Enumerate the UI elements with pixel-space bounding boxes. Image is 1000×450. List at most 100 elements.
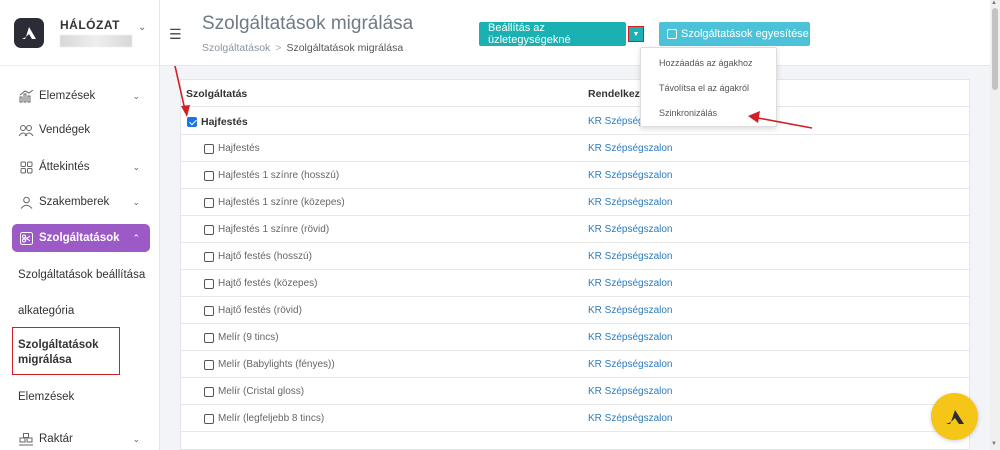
menu-item-remove-from-branches[interactable]: Távolítsa el az ágakról (659, 83, 749, 93)
branch-link[interactable]: KR Szépségszalon (588, 413, 673, 424)
service-label: Melír (9 tincs) (218, 332, 279, 343)
sidebar-item-raktar[interactable]: Raktár ⌄ (12, 425, 150, 450)
subitem-elemzesek[interactable]: Elemzések (18, 391, 74, 403)
branch-link[interactable]: KR Szépségszalon (588, 251, 673, 262)
branch-link[interactable]: KR Szépségszalon (588, 278, 673, 289)
checkbox[interactable] (204, 224, 214, 235)
page-title: Szolgáltatások migrálása (202, 13, 414, 34)
service-label: Melír (Cristal gloss) (218, 386, 305, 397)
user-icon (18, 194, 34, 210)
sidebar-item-szolgaltatasok[interactable]: Szolgáltatások ⌃ (12, 224, 150, 252)
brand-subtitle-blurred (60, 35, 132, 47)
chevron-down-icon: ⌄ (132, 196, 140, 207)
breadcrumb: Szolgáltatások > Szolgáltatások migrálása (202, 42, 403, 54)
table-row: Hajtő festés (közepes) KR Szépségszalon (181, 270, 969, 297)
scroll-down-icon[interactable]: ▼ (991, 441, 997, 447)
column-header-availability: Rendelkezé (588, 88, 646, 100)
branch-settings-label: Beállítás az üzletegységekné (488, 22, 571, 46)
service-label: Hajtő festés (közepes) (218, 278, 318, 289)
service-label: Hajfestés 1 színre (közepes) (218, 197, 345, 208)
sidebar-item-vendegek[interactable]: Vendégek (12, 116, 150, 144)
branch-link[interactable]: KR Szépségszalon (588, 305, 673, 316)
table-header: Szolgáltatás Rendelkezé (181, 80, 969, 107)
sidebar-item-label: Vendégek (39, 124, 91, 136)
warehouse-icon (18, 431, 34, 447)
branch-link[interactable]: KR Szépségszalon (588, 170, 673, 181)
breadcrumb-separator-icon: > (275, 42, 282, 54)
sidebar-item-attekintes[interactable]: Áttekintés ⌄ (12, 153, 150, 181)
menu-item-add-to-branches[interactable]: Hozzáadás az ágakhoz (659, 58, 753, 68)
services-table: Szolgáltatás Rendelkezé Hajfestés KR Szé… (180, 79, 970, 450)
table-row: Hajfestés 1 színre (rövid) KR Szépségszal… (181, 216, 969, 243)
subitem-szolgaltatasok-beallitasa[interactable]: Szolgáltatások beállítása (18, 269, 145, 281)
chevron-down-icon: ⌄ (132, 161, 140, 172)
table-row: Melír (9 tincs) KR Szépségszalon (181, 324, 969, 351)
branch-link[interactable]: KR Szépségszalon (588, 386, 673, 397)
service-label: Hajfestés 1 színre (rövid) (218, 224, 330, 235)
sidebar-item-label: Szolgáltatások (39, 232, 120, 244)
branch-link[interactable]: KR Szépségszalon (588, 332, 673, 343)
branch-settings-button[interactable]: Beállítás az üzletegységekné (479, 22, 626, 46)
chevron-up-icon: ⌃ (132, 232, 140, 243)
checkbox[interactable] (204, 197, 214, 208)
brand-mark-icon (945, 409, 964, 424)
branch-actions-dropdown: Hozzáadás az ágakhoz Távolítsa el az ága… (640, 47, 777, 127)
merge-services-button[interactable]: Szolgáltatások egyesítése (659, 22, 810, 46)
merge-icon (667, 29, 677, 39)
service-label: Hajtő festés (rövid) (218, 305, 302, 316)
breadcrumb-link[interactable]: Szolgáltatások (202, 42, 270, 54)
scroll-up-icon[interactable]: ▲ (991, 0, 997, 6)
checkbox[interactable] (204, 305, 214, 316)
table-row: Hajfestés 1 színre (hosszú) KR Szépségsza… (181, 162, 969, 189)
hamburger-menu-icon[interactable]: ☰ (169, 26, 182, 43)
service-label: Hajfestés 1 színre (hosszú) (218, 170, 340, 181)
users-icon (18, 122, 34, 138)
branch-link[interactable]: KR Szépségszalon (588, 197, 673, 208)
checkbox[interactable] (204, 278, 214, 289)
service-label: Melír (legfeljebb 8 tincs) (218, 413, 325, 424)
checkbox[interactable] (204, 386, 214, 397)
sidebar-item-label: Áttekintés (39, 161, 90, 173)
checkbox[interactable] (204, 251, 214, 262)
table-row: Hajfestés KR Szépségszalon (181, 135, 969, 162)
chevron-down-icon[interactable]: ⌄ (138, 22, 146, 33)
dropdown-caret-icon[interactable]: ▼ (628, 26, 644, 42)
checkbox[interactable] (204, 359, 214, 370)
column-header-service: Szolgáltatás (186, 88, 248, 100)
chevron-down-icon: ⌄ (132, 90, 140, 101)
service-label: Hajtő festés (hosszú) (218, 251, 312, 262)
checkbox[interactable] (204, 143, 214, 154)
service-label: Melír (Babylights (fényes)) (218, 359, 335, 370)
table-row: Hajfestés 1 színre (közepes) KR Szépségsz… (181, 189, 969, 216)
branch-link[interactable]: KR Szépségszalon (588, 359, 673, 370)
scissors-icon (18, 230, 34, 246)
sidebar-item-elemzesek[interactable]: Elemzések ⌄ (12, 82, 150, 110)
chat-fab-button[interactable] (931, 393, 978, 440)
sidebar-item-label: Szakemberek (39, 196, 110, 208)
page-scrollbar[interactable]: ▲ ▼ (990, 0, 1000, 450)
sidebar: HÁLÓZAT ⌄ Elemzések ⌄ Vendégek Áttekinté… (0, 0, 160, 450)
grid-icon (18, 159, 34, 175)
sidebar-item-szakemberek[interactable]: Szakemberek ⌄ (12, 188, 150, 216)
brand-header[interactable]: HÁLÓZAT ⌄ (0, 0, 159, 66)
menu-item-sync[interactable]: Szinkronizálás (659, 108, 717, 118)
service-name: Hajfestés (187, 116, 248, 128)
table-row: Melír (legfeljebb 8 tincs) KR Szépségszal… (181, 405, 969, 432)
analytics-icon (18, 88, 34, 104)
merge-services-label: Szolgáltatások egyesítése (681, 28, 809, 40)
branch-link[interactable]: KR Szépségszalon (588, 143, 673, 154)
checkbox[interactable] (204, 413, 214, 424)
table-row: Hajtő festés (hosszú) KR Szépségszalon (181, 243, 969, 270)
table-row: Hajtő festés (rövid) KR Szépségszalon (181, 297, 969, 324)
checkbox-checked[interactable] (187, 117, 197, 127)
checkbox[interactable] (204, 332, 214, 343)
checkbox[interactable] (204, 170, 214, 181)
table-row: Melír (Babylights (fényes)) KR Szépségsza… (181, 351, 969, 378)
subitem-alkategoria[interactable]: alkategória (18, 305, 74, 317)
sidebar-item-label: Elemzések (39, 90, 96, 102)
annotation-highlight-box (12, 327, 120, 375)
branch-link[interactable]: KR Szépségszalon (588, 224, 673, 235)
table-row-parent: Hajfestés KR Szépségs (181, 108, 969, 135)
service-label: Hajfestés (218, 143, 260, 154)
scroll-thumb[interactable] (992, 8, 998, 90)
